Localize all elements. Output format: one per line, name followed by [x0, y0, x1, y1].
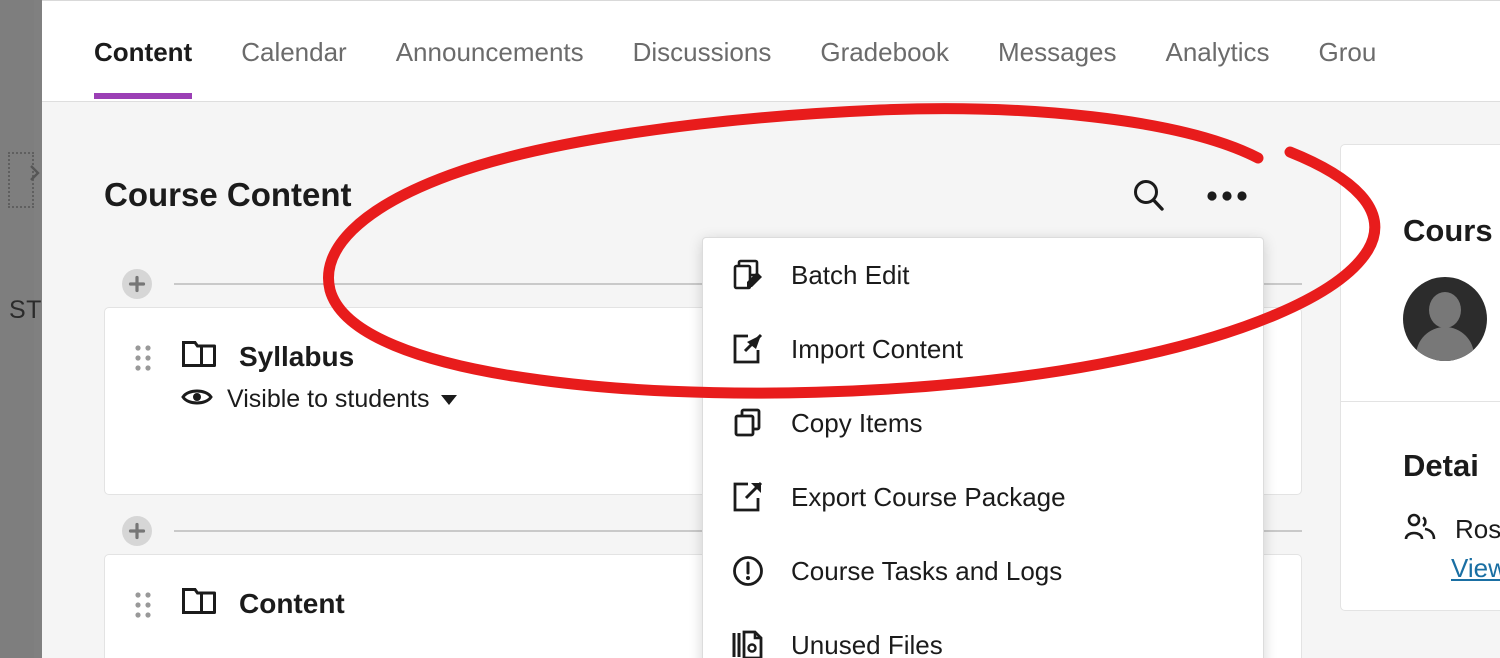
menu-item-unused-files[interactable]: Unused Files: [703, 608, 1263, 658]
tab-discussions[interactable]: Discussions: [633, 1, 772, 103]
tab-gradebook[interactable]: Gradebook: [820, 1, 949, 103]
card-title: Syllabus: [239, 340, 355, 372]
export-icon: [731, 480, 765, 514]
plus-icon[interactable]: [122, 516, 152, 546]
folder-icon: [181, 585, 217, 622]
avatar-body: [1416, 327, 1474, 361]
roster-label: Ros: [1455, 514, 1500, 544]
avatar-head: [1429, 292, 1461, 328]
menu-item-course-tasks-and-logs[interactable]: Course Tasks and Logs: [703, 534, 1263, 608]
copy-icon: [731, 406, 765, 440]
course-side-panel: Cours Detai Ros View: [1340, 144, 1500, 611]
menu-item-label: Batch Edit: [791, 259, 910, 290]
user-avatar-icon: [1403, 277, 1487, 361]
menu-item-import-content[interactable]: Import Content: [703, 312, 1263, 386]
sidebar-rail-label: ST: [9, 296, 42, 324]
batch-edit-icon: [731, 258, 765, 292]
eye-icon: [181, 385, 213, 414]
collapsed-sidebar-rail: ST: [0, 0, 42, 658]
tab-announcements[interactable]: Announcements: [396, 1, 584, 103]
visibility-label: Visible to students: [227, 385, 430, 413]
menu-item-label: Import Content: [791, 333, 963, 364]
tab-content[interactable]: Content: [94, 1, 193, 103]
tab-analytics[interactable]: Analytics: [1166, 1, 1270, 103]
menu-item-label: Copy Items: [791, 407, 923, 438]
sidebar-rail-inner: [0, 0, 34, 658]
folder-icon: [181, 338, 217, 375]
app-root: ST Content Calendar Announcements Discussio…: [0, 0, 1500, 658]
menu-item-copy-items[interactable]: Copy Items: [703, 386, 1263, 460]
drag-handle-icon[interactable]: [133, 589, 155, 619]
files-icon: [731, 628, 765, 658]
course-tab-bar: Content Calendar Announcements Discussions G…: [42, 0, 1500, 102]
card-title: Content: [239, 587, 345, 619]
alert-circle-icon: [731, 554, 765, 588]
chevron-down-icon: [441, 394, 458, 405]
roster-view-link[interactable]: View: [1341, 547, 1500, 610]
plus-icon[interactable]: [122, 269, 152, 299]
chevron-right-icon[interactable]: [26, 164, 44, 182]
menu-item-label: Export Course Package: [791, 481, 1066, 512]
more-options-icon[interactable]: [1205, 174, 1249, 218]
page-title: Course Content: [104, 176, 352, 213]
import-icon: [731, 332, 765, 366]
search-icon[interactable]: [1127, 174, 1171, 218]
content-header-actions: [1127, 174, 1249, 218]
side-panel-title: Cours: [1403, 213, 1493, 248]
details-heading: Detai: [1403, 448, 1479, 483]
drag-handle-icon[interactable]: [133, 342, 155, 372]
roster-row: Ros: [1341, 484, 1500, 547]
people-icon: [1403, 512, 1437, 547]
tab-calendar[interactable]: Calendar: [241, 1, 347, 103]
tab-grou[interactable]: Grou: [1319, 1, 1377, 103]
tab-messages[interactable]: Messages: [998, 1, 1117, 103]
avatar-container: [1341, 249, 1500, 401]
menu-item-batch-edit[interactable]: Batch Edit: [703, 238, 1263, 312]
menu-item-label: Course Tasks and Logs: [791, 555, 1063, 586]
tab-list: Content Calendar Announcements Discussions G…: [94, 1, 1425, 103]
content-options-menu: Batch Edit Import Content Copy Items Export…: [702, 237, 1264, 658]
menu-item-export-course-package[interactable]: Export Course Package: [703, 460, 1263, 534]
menu-item-label: Unused Files: [791, 629, 943, 658]
